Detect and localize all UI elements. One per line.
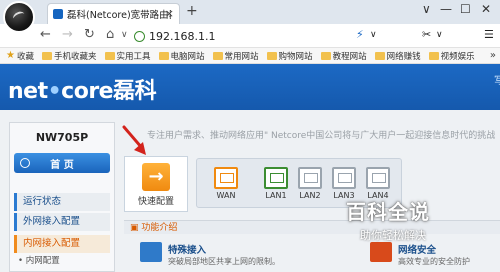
home-button-label: 首 页 (50, 159, 74, 171)
red-arrow-annotation (122, 125, 146, 155)
browser-logo-icon[interactable] (3, 1, 35, 33)
star-icon: ★ (6, 50, 15, 61)
router-header: net•core磊科 写 (0, 64, 500, 110)
window-menu-button[interactable]: ∨ (422, 2, 431, 16)
home-button[interactable]: 首 页 (14, 153, 110, 173)
feature-desc: 突破局部地区共享上网的限制。 (168, 257, 280, 266)
screenshot-dropdown-icon[interactable]: ∨ (436, 29, 443, 41)
bookmark-folder[interactable]: 购物网站 (266, 50, 313, 62)
home-icon[interactable]: ⌂ (106, 27, 114, 43)
watermark-subtitle: 助你轻松解决 (360, 229, 426, 242)
bookmark-folder[interactable]: 手机收藏夹 (41, 50, 97, 62)
secure-site-icon (134, 30, 145, 42)
folder-icon (158, 51, 169, 60)
bookmark-label: 常用网站 (224, 51, 259, 62)
quick-setup-label: 快速配置 (137, 197, 174, 207)
close-window-button[interactable]: ✕ (481, 2, 491, 16)
minimize-button[interactable]: — (440, 2, 452, 16)
ethernet-port-icon (366, 167, 390, 189)
ethernet-port-icon (332, 167, 356, 189)
folder-icon (41, 51, 52, 60)
folder-icon (212, 51, 223, 60)
bookmark-folder[interactable]: 教程网站 (320, 50, 367, 62)
port-label: LAN1 (265, 191, 287, 200)
bookmark-folder[interactable]: 网络赚钱 (374, 50, 421, 62)
tab-favicon-icon (53, 9, 63, 19)
bookmark-label: 收藏 (16, 51, 34, 62)
back-button[interactable]: ← (40, 27, 51, 43)
feature-desc: 高效专业的安全防护 (398, 257, 470, 266)
function-intro-title: 功能介绍 (141, 223, 178, 233)
router-model: NW705P (35, 131, 89, 144)
url-text: 192.168.1.1 (149, 29, 216, 43)
forward-button[interactable]: → (62, 27, 73, 43)
home-icon (20, 158, 30, 168)
bookmark-label: 实用工具 (116, 51, 151, 62)
port-wan[interactable]: WAN (211, 167, 241, 205)
ethernet-port-icon (214, 167, 238, 189)
port-lan2[interactable]: LAN2 (295, 167, 325, 205)
bookmark-label: 手机收藏夹 (53, 51, 97, 62)
folder-icon (104, 51, 115, 60)
bookmark-label: 电脑网站 (170, 51, 205, 62)
refresh-button[interactable]: ↻ (84, 27, 95, 43)
feature-special-access[interactable]: 特殊接入 突破局部地区共享上网的限制。 (140, 238, 340, 272)
sidebar: NW705P 首 页 运行状态 外网接入配置 内网接入配置 • 内网配置 (9, 122, 115, 272)
header-link[interactable]: 写 (494, 72, 500, 87)
browser-menu-icon[interactable]: ☰ (484, 29, 494, 41)
browser-tab[interactable]: 磊科(Netcore)宽带路由器管理 × (47, 3, 180, 24)
screenshot-icon[interactable]: ✂ (422, 29, 431, 41)
port-lan1[interactable]: LAN1 (261, 167, 291, 205)
bookmark-favorites[interactable]: ★ 收藏 (6, 50, 34, 62)
menu-item-wan-config[interactable]: 外网接入配置 (14, 213, 110, 231)
watermark-title: 百科全说 (346, 200, 430, 224)
tab-title: 磊科(Netcore)宽带路由器管理 (67, 10, 171, 21)
quick-setup-button[interactable]: → 快速配置 (124, 156, 188, 212)
folder-icon (428, 51, 439, 60)
monitor-icon (140, 242, 162, 262)
section-bullet-icon: ▣ (130, 223, 142, 233)
feature-title: 特殊接入 (168, 245, 207, 256)
menu-item-status[interactable]: 运行状态 (14, 193, 110, 211)
bookmark-folder[interactable]: 实用工具 (104, 50, 151, 62)
slogan-text: 专注用户需求、推动网络应用" Netcore中国公司将与广大用户一起迎接信息时代… (147, 131, 496, 141)
bookmarks-more-icon[interactable]: » (490, 50, 496, 61)
bookmark-folder[interactable]: 常用网站 (212, 50, 259, 62)
netcore-logo: net•core磊科 (8, 79, 157, 104)
bookmark-label: 网络赚钱 (386, 51, 421, 62)
speed-mode-icon[interactable]: ⚡ (356, 29, 364, 41)
bookmark-folder[interactable]: 电脑网站 (158, 50, 205, 62)
tab-close-icon[interactable]: × (165, 7, 174, 20)
ethernet-port-icon (264, 167, 288, 189)
folder-icon (320, 51, 331, 60)
menu-item-lan-config[interactable]: 内网接入配置 (14, 235, 110, 253)
folder-icon (266, 51, 277, 60)
arrow-right-icon: → (142, 163, 170, 191)
bookmark-folder[interactable]: 视频娱乐 (428, 50, 475, 62)
browser-tab-bar: 磊科(Netcore)宽带路由器管理 × + ∨ — ☐ ✕ (0, 0, 500, 33)
bookmark-label: 教程网站 (332, 51, 367, 62)
port-label: LAN2 (299, 191, 321, 200)
address-bar: ← → ↻ ⌂ ∨ 192.168.1.1 ⚡ ∨ ✂ ∨ ☰ (0, 24, 500, 48)
port-label: WAN (216, 191, 236, 200)
maximize-button[interactable]: ☐ (460, 2, 471, 16)
home-dropdown-icon[interactable]: ∨ (121, 27, 128, 43)
ethernet-port-icon (298, 167, 322, 189)
speed-dropdown-icon[interactable]: ∨ (370, 29, 377, 41)
bookmark-label: 购物网站 (278, 51, 313, 62)
bookmarks-bar: ★ 收藏 手机收藏夹 实用工具 电脑网站 常用网站 购物网站 教程网站 网络赚钱… (0, 48, 500, 64)
new-tab-button[interactable]: + (186, 4, 198, 18)
folder-icon (374, 51, 385, 60)
watermark: 百科全说 助你轻松解决 (346, 196, 466, 248)
bookmark-label: 视频娱乐 (440, 51, 475, 62)
submenu-item-lan-settings[interactable]: • 内网配置 (18, 255, 60, 267)
